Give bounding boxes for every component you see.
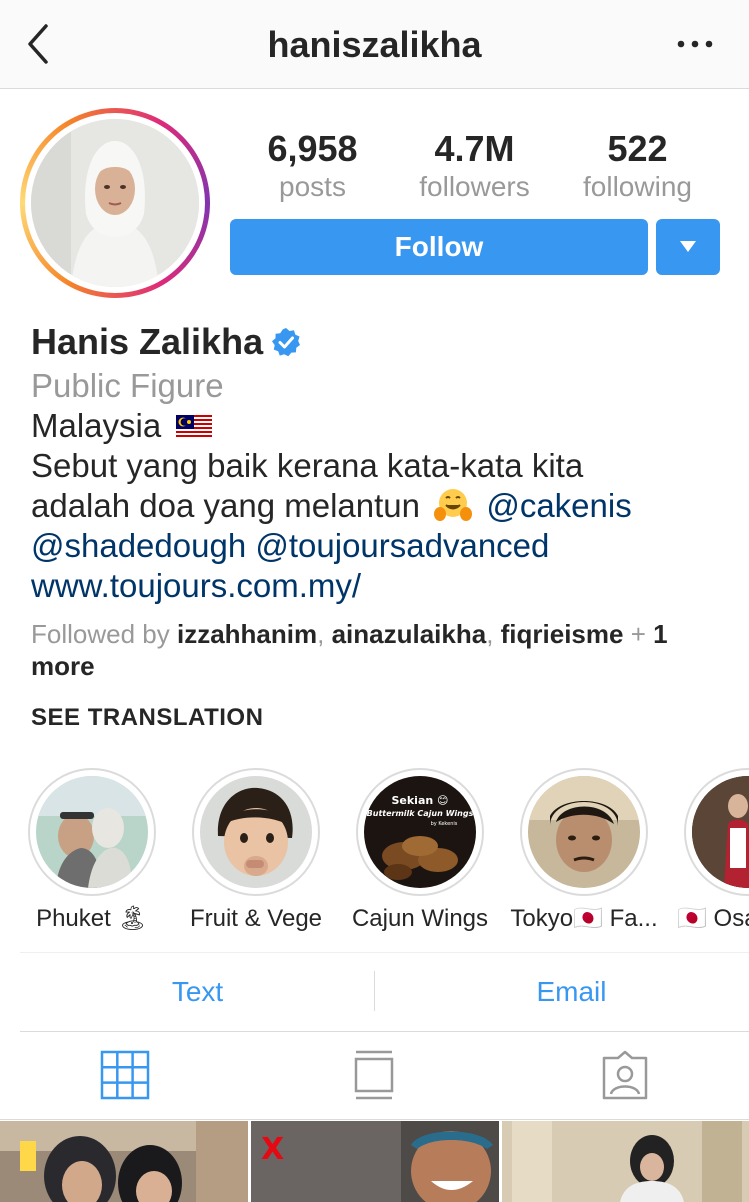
story-highlights: Phuket 🏝 Fruit & Vege Sekian 😊 Buttermil…: [0, 768, 749, 938]
more-dots-icon: [677, 40, 713, 48]
mention-toujoursadvanced-link[interactable]: @toujoursadvanced: [255, 527, 549, 564]
text-button[interactable]: Text: [20, 953, 375, 1031]
verified-badge-icon: [272, 328, 301, 357]
followers-label: followers: [419, 171, 530, 202]
highlight-cajun-wings[interactable]: Sekian 😊 Buttermilk Cajun Wings by Keken…: [345, 768, 495, 934]
post-thumbnail-3[interactable]: [502, 1121, 749, 1202]
avatar-photo: [31, 119, 199, 287]
highlight-cover-byline: by Kekenis: [431, 821, 458, 827]
feed-icon: [354, 1050, 394, 1100]
highlight-label-fruit-vege: Fruit & Vege: [189, 905, 323, 932]
mention-cakenis-link[interactable]: @cakenis: [486, 487, 631, 524]
following-count: 522: [607, 128, 668, 169]
following-label: following: [583, 171, 692, 202]
follower-izzahhanim: izzahhanim: [176, 619, 318, 649]
bio-text-line-2: adalah doa yang melantun: [31, 487, 420, 524]
posts-label: posts: [279, 171, 346, 202]
tab-grid[interactable]: [100, 1050, 152, 1102]
tab-feed[interactable]: [353, 1050, 405, 1102]
posts-count: 6,958: [267, 128, 358, 169]
post-thumbnail-2[interactable]: X: [251, 1121, 499, 1202]
highlight-label-cajun-wings: Cajun Wings: [351, 905, 489, 932]
more-options-button[interactable]: [675, 36, 715, 52]
highlight-osaka[interactable]: 🇯🇵 Osa: [673, 768, 749, 934]
profile-full-name: Hanis Zalikha: [31, 321, 264, 362]
highlight-cover-osaka: [692, 776, 749, 888]
highlight-phuket[interactable]: Phuket 🏝: [17, 768, 167, 934]
follower-fiqrieisme: fiqrieisme: [500, 619, 624, 649]
followed-by-text[interactable]: Followed by izzahhanim, ainazulaikha, fi…: [31, 618, 731, 682]
hugging-face-emoji-icon: [434, 489, 473, 521]
highlight-fruit-vege[interactable]: Fruit & Vege: [181, 768, 331, 934]
suggested-accounts-dropdown-button[interactable]: [656, 219, 720, 275]
website-link[interactable]: www.toujours.com.my/: [31, 567, 361, 604]
highlight-cover-title: Sekian 😊: [391, 794, 448, 807]
top-navbar: haniszalikha: [0, 0, 749, 89]
contact-divider: [374, 971, 375, 1011]
highlight-label-osaka: 🇯🇵 Osa: [677, 905, 749, 932]
highlight-cover-tokyo: [528, 776, 640, 888]
grid-icon: [100, 1050, 150, 1100]
profile-category: Public Figure: [31, 367, 224, 404]
profile-username: haniszalikha: [267, 24, 482, 65]
follow-button[interactable]: Follow: [230, 219, 648, 275]
profile-avatar-story-ring[interactable]: [20, 108, 210, 298]
highlight-cover-cajun-wings: Sekian 😊 Buttermilk Cajun Wings by Keken…: [364, 776, 476, 888]
svg-text:X: X: [261, 1132, 284, 1167]
malaysia-flag-icon: [176, 415, 213, 439]
see-translation-button[interactable]: SEE TRANSLATION: [31, 704, 263, 732]
profile-location: Malaysia: [31, 407, 162, 444]
tab-tagged[interactable]: [600, 1050, 652, 1102]
followers-count: 4.7M: [434, 128, 515, 169]
mention-shadedough-link[interactable]: @shadedough: [31, 527, 246, 564]
profile-bio: Hanis Zalikha Public Figure Malaysia Seb…: [31, 320, 731, 606]
bio-text-line-1: Sebut yang baik kerana kata-kata kita: [31, 447, 584, 484]
following-stat[interactable]: 522 following: [555, 128, 720, 204]
highlight-label-phuket: Phuket 🏝: [36, 905, 148, 932]
post-thumbnail-1[interactable]: [0, 1121, 248, 1202]
highlight-label-tokyo: Tokyo🇯🇵 Fa...: [510, 905, 658, 932]
highlight-cover-subtitle: Buttermilk Cajun Wings: [367, 809, 474, 818]
followers-stat[interactable]: 4.7M followers: [392, 128, 557, 204]
posts-grid: X: [0, 1121, 749, 1202]
highlight-cover-fruit-vege: [200, 776, 312, 888]
contact-bar: Text Email: [20, 952, 749, 1032]
profile-tabs: [0, 1032, 749, 1120]
email-button[interactable]: Email: [394, 953, 749, 1031]
caret-down-icon: [680, 241, 696, 252]
follower-ainazulaikha: ainazulaikha: [331, 619, 487, 649]
highlight-tokyo[interactable]: Tokyo🇯🇵 Fa...: [509, 768, 659, 934]
tagged-icon: [602, 1050, 648, 1100]
posts-stat[interactable]: 6,958 posts: [230, 128, 395, 204]
avatar: [31, 119, 199, 287]
highlight-cover-phuket: [36, 776, 148, 888]
profile-stats: 6,958 posts 4.7M followers 522 following: [230, 128, 720, 208]
